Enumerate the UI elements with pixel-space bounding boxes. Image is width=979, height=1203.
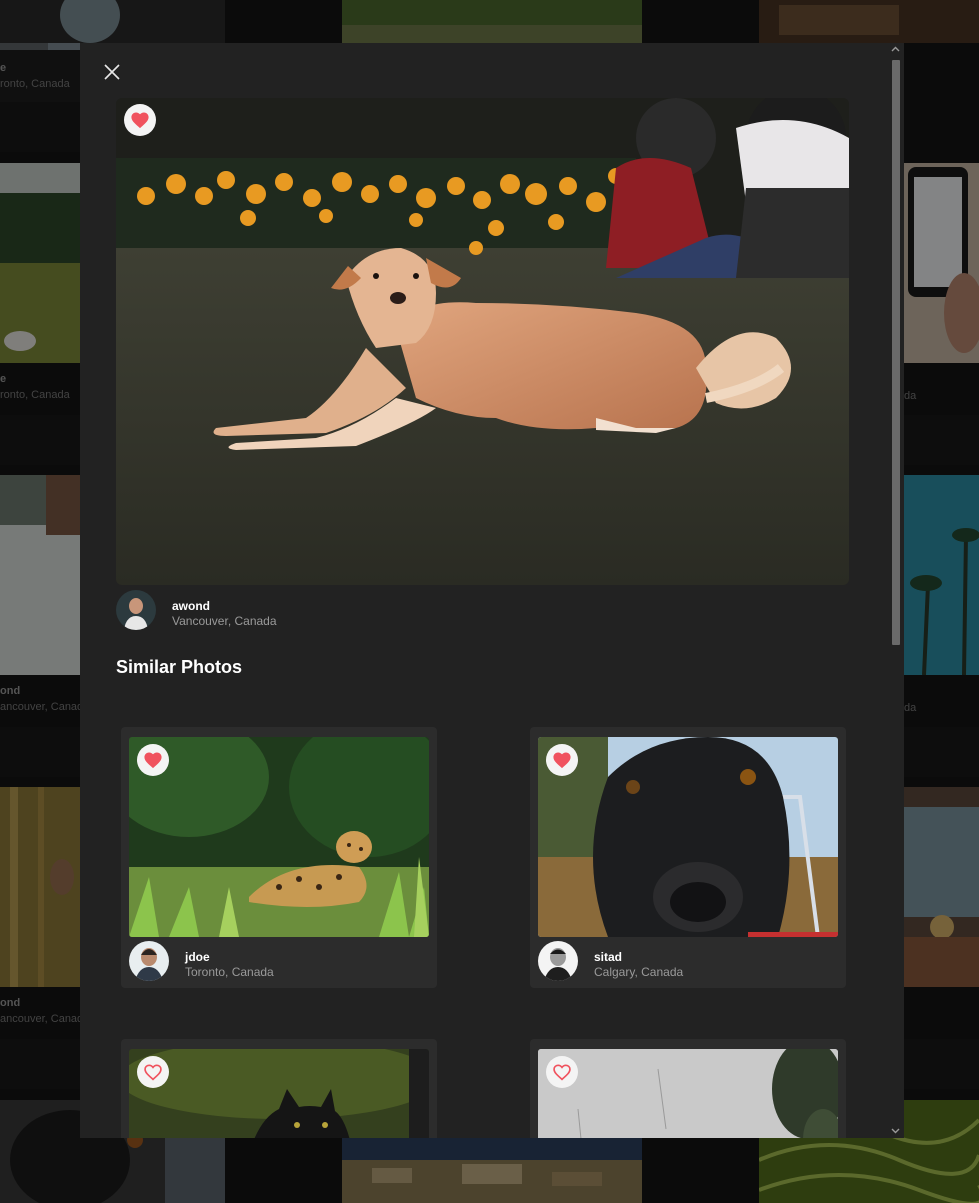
similar-photo-card[interactable]: jdoe Toronto, Canada [121, 727, 437, 988]
wall-photo-image [538, 1049, 838, 1138]
author-avatar-image [129, 941, 169, 981]
author-avatar-image [116, 590, 156, 630]
dog-photo-image [116, 98, 849, 585]
author-location: Calgary, Canada [594, 965, 684, 979]
main-photo [116, 98, 849, 585]
similar-photo [538, 737, 838, 937]
scroll-up-arrow-icon[interactable] [891, 45, 900, 54]
author-name[interactable]: jdoe [185, 950, 210, 964]
similar-photo [129, 1049, 429, 1138]
avatar[interactable] [116, 590, 156, 630]
like-button[interactable] [137, 1056, 169, 1088]
like-button[interactable] [124, 104, 156, 136]
heart-filled-icon [144, 752, 162, 769]
heart-filled-icon [553, 752, 571, 769]
close-icon [104, 64, 120, 80]
similar-photo-card[interactable]: sitad Calgary, Canada [530, 727, 846, 988]
scrollbar-thumb[interactable] [892, 60, 900, 645]
like-button[interactable] [546, 744, 578, 776]
heart-outline-icon [144, 1064, 162, 1081]
similar-photo [129, 737, 429, 937]
photo-modal: awond Vancouver, Canada Similar Photos j… [80, 43, 904, 1138]
jaguar-photo-image [129, 737, 429, 937]
author-location: Toronto, Canada [185, 965, 274, 979]
similar-photo-card[interactable] [121, 1039, 437, 1138]
modal-scrollbar[interactable] [887, 43, 904, 1138]
similar-photos-heading: Similar Photos [116, 657, 243, 677]
avatar[interactable] [538, 941, 578, 981]
author-name[interactable]: awond [172, 599, 210, 613]
author-avatar-image [538, 941, 578, 981]
author-location: Vancouver, Canada [172, 614, 277, 628]
scroll-down-arrow-icon[interactable] [891, 1126, 900, 1135]
author-name[interactable]: sitad [594, 950, 622, 964]
close-button[interactable] [102, 62, 122, 82]
black-dog-photo-image [538, 737, 838, 937]
like-button[interactable] [137, 744, 169, 776]
heart-filled-icon [131, 112, 149, 129]
like-button[interactable] [546, 1056, 578, 1088]
similar-photo-card[interactable] [530, 1039, 846, 1138]
black-cat-photo-image [129, 1049, 429, 1138]
avatar[interactable] [129, 941, 169, 981]
similar-photo [538, 1049, 838, 1138]
heart-outline-icon [553, 1064, 571, 1081]
